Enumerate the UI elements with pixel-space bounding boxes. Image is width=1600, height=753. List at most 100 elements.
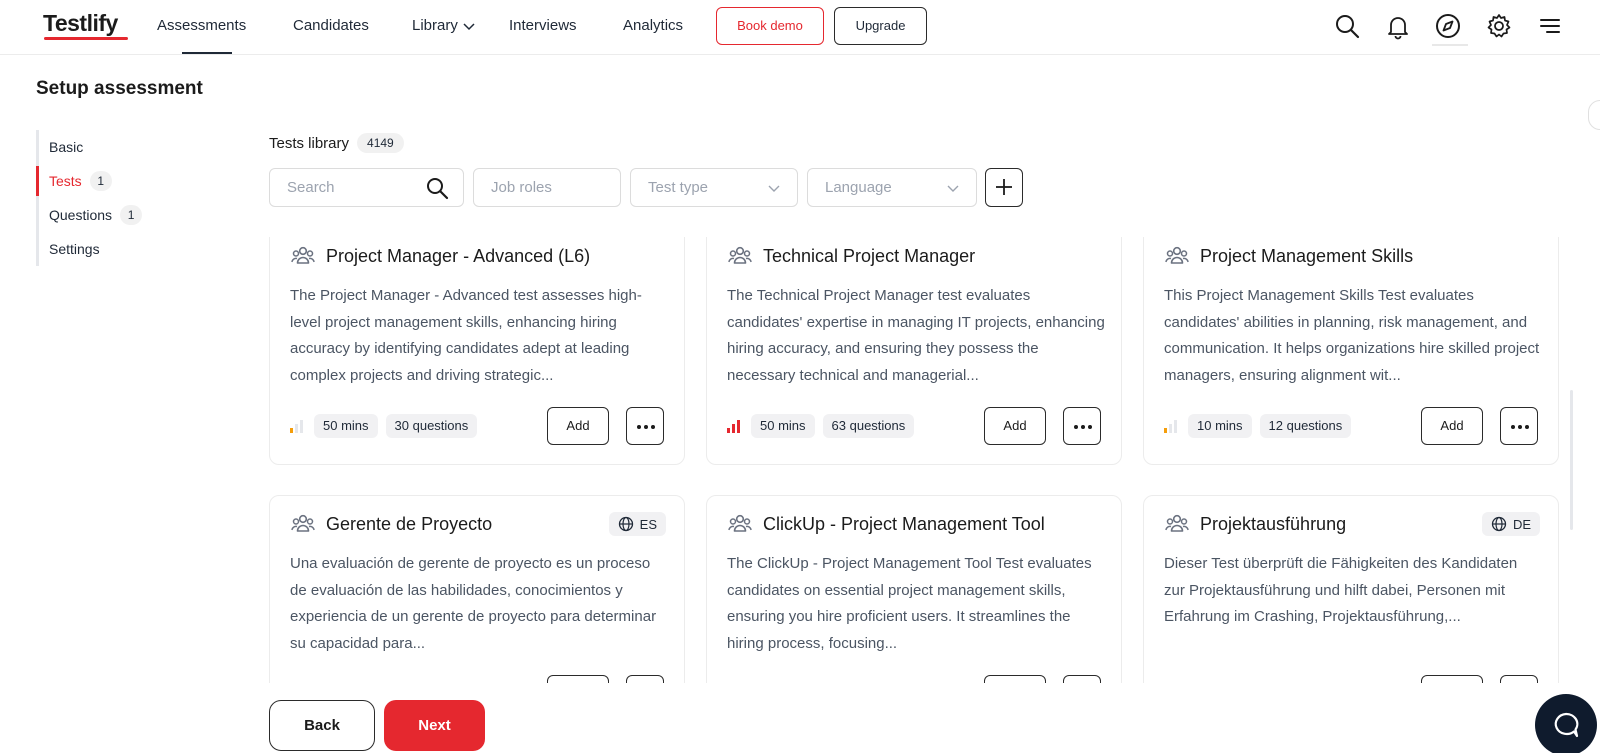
add-test-button[interactable]: Add (984, 407, 1046, 445)
card-description: The ClickUp - Project Management Tool Te… (727, 555, 1092, 652)
job-roles-input[interactable]: Job roles (473, 168, 621, 207)
people-icon (291, 514, 315, 532)
more-options-button[interactable] (1500, 675, 1538, 683)
bell-icon[interactable] (1384, 12, 1412, 40)
upgrade-button[interactable]: Upgrade (834, 7, 927, 45)
scrollbar-thumb[interactable] (1570, 390, 1573, 530)
card-header: Projektausführung DE (1164, 509, 1540, 539)
questions-chip: 12 questions (1259, 414, 1352, 438)
card-header: Gerente de Proyecto ES (290, 509, 666, 539)
card-title: Gerente de Proyecto (326, 513, 493, 534)
globe-icon (618, 516, 633, 532)
language-badge: ES (608, 512, 666, 536)
add-custom-test-button[interactable] (985, 168, 1023, 207)
chevron-down-icon (947, 185, 959, 192)
step-count-badge: 1 (89, 171, 112, 191)
people-icon (1165, 246, 1189, 264)
card-title: Project Manager - Advanced (L6) (326, 245, 591, 266)
setup-steps: Basic Tests 1 Questions 1 Settings (36, 130, 186, 266)
people-icon (291, 246, 315, 264)
add-test-button[interactable]: Add (1421, 675, 1483, 683)
search-icon (427, 178, 449, 200)
search-input[interactable]: Search (269, 168, 464, 207)
test-card[interactable]: Technical Project Manager The Technical P… (706, 237, 1122, 465)
compass-icon[interactable] (1434, 12, 1462, 40)
card-footer: 50 mins 63 questions Add (727, 407, 1101, 445)
more-options-button[interactable] (626, 407, 664, 445)
language-placeholder: Language (825, 179, 892, 196)
card-header: Technical Project Manager (727, 241, 1103, 271)
test-card[interactable]: Projektausführung DE Dieser Test überprüft… (1143, 495, 1559, 683)
language-select[interactable]: Language (807, 168, 977, 207)
search-placeholder: Search (287, 179, 335, 196)
back-button[interactable]: Back (269, 700, 375, 751)
nav-active-indicator (182, 52, 232, 54)
nav-candidates[interactable]: Candidates (293, 16, 369, 36)
add-test-button[interactable]: Add (547, 407, 609, 445)
more-options-button[interactable] (1500, 407, 1538, 445)
search-icon[interactable] (1333, 12, 1361, 40)
next-button[interactable]: Next (384, 700, 485, 751)
card-header: Project Management Skills (1164, 241, 1540, 271)
tests-library-header: Tests library 4149 (269, 133, 404, 153)
test-card[interactable]: ClickUp - Project Management Tool The Cli… (706, 495, 1122, 683)
test-card[interactable]: Gerente de Proyecto ES Una evaluación de g… (269, 495, 685, 683)
tests-grid: Project Manager - Advanced (L6) The Proje… (268, 237, 1573, 683)
more-options-button[interactable] (626, 675, 664, 683)
card-title: ClickUp - Project Management Tool (763, 513, 1045, 534)
test-type-select[interactable]: Test type (630, 168, 798, 207)
card-description: Dieser Test überprüft die Fähigkeiten de… (1164, 555, 1518, 625)
card-title: Technical Project Manager (763, 245, 976, 266)
card-description: This Project Management Skills Test eval… (1164, 287, 1540, 384)
add-test-button[interactable]: Add (984, 675, 1046, 683)
questions-chip: 63 questions (822, 414, 915, 438)
nav-library[interactable]: Library (412, 16, 476, 36)
difficulty-level-icon (1164, 420, 1177, 433)
step-label: Questions (49, 207, 113, 223)
nav-interviews[interactable]: Interviews (509, 16, 577, 36)
testlify-logo[interactable]: Testlify (43, 10, 118, 37)
card-footer: Add (290, 675, 664, 683)
card-footer: 50 mins 30 questions Add (290, 407, 664, 445)
step-questions[interactable]: Questions 1 (39, 198, 186, 232)
step-label: Settings (49, 241, 100, 257)
difficulty-level-icon (290, 420, 303, 433)
gear-icon[interactable] (1485, 12, 1513, 40)
people-icon (728, 246, 752, 264)
more-options-button[interactable] (1063, 407, 1101, 445)
chat-icon (1554, 712, 1579, 738)
book-demo-button[interactable]: Book demo (716, 7, 824, 45)
test-type-placeholder: Test type (648, 179, 709, 196)
card-footer: Add (1164, 675, 1538, 683)
duration-chip: 10 mins (1188, 414, 1252, 438)
card-header: ClickUp - Project Management Tool (727, 509, 1103, 539)
step-settings[interactable]: Settings (39, 232, 186, 266)
globe-icon (1491, 516, 1507, 532)
nav-analytics[interactable]: Analytics (623, 16, 683, 36)
step-label: Basic (49, 139, 84, 155)
card-description: Una evaluación de gerente de proyecto es… (290, 555, 657, 652)
test-card[interactable]: Project Management Skills This Project Ma… (1143, 237, 1559, 465)
step-label: Tests (49, 173, 82, 189)
step-basic[interactable]: Basic (39, 130, 186, 164)
chevron-down-icon (768, 185, 780, 192)
side-drawer-tab[interactable] (1588, 100, 1600, 130)
add-test-button[interactable]: Add (547, 675, 609, 683)
compass-underline (1432, 44, 1468, 46)
card-footer: Add (727, 675, 1101, 683)
menu-icon[interactable] (1536, 12, 1564, 40)
test-card[interactable]: Project Manager - Advanced (L6) The Proje… (269, 237, 685, 465)
step-count-badge: 1 (120, 205, 143, 225)
chevron-down-icon (463, 23, 475, 31)
card-description: The Technical Project Manager test evalu… (727, 287, 1105, 384)
language-badge: DE (1481, 512, 1540, 536)
nav-assessments[interactable]: Assessments (157, 16, 246, 36)
card-title: Projektausführung (1200, 513, 1347, 534)
step-tests[interactable]: Tests 1 (36, 164, 186, 198)
top-navbar: Testlify Assessments Candidates Library … (0, 0, 1600, 55)
add-test-button[interactable]: Add (1421, 407, 1483, 445)
duration-chip: 50 mins (314, 414, 378, 438)
chat-support-button[interactable] (1535, 694, 1597, 753)
more-options-button[interactable] (1063, 675, 1101, 683)
language-code: ES (639, 516, 657, 532)
